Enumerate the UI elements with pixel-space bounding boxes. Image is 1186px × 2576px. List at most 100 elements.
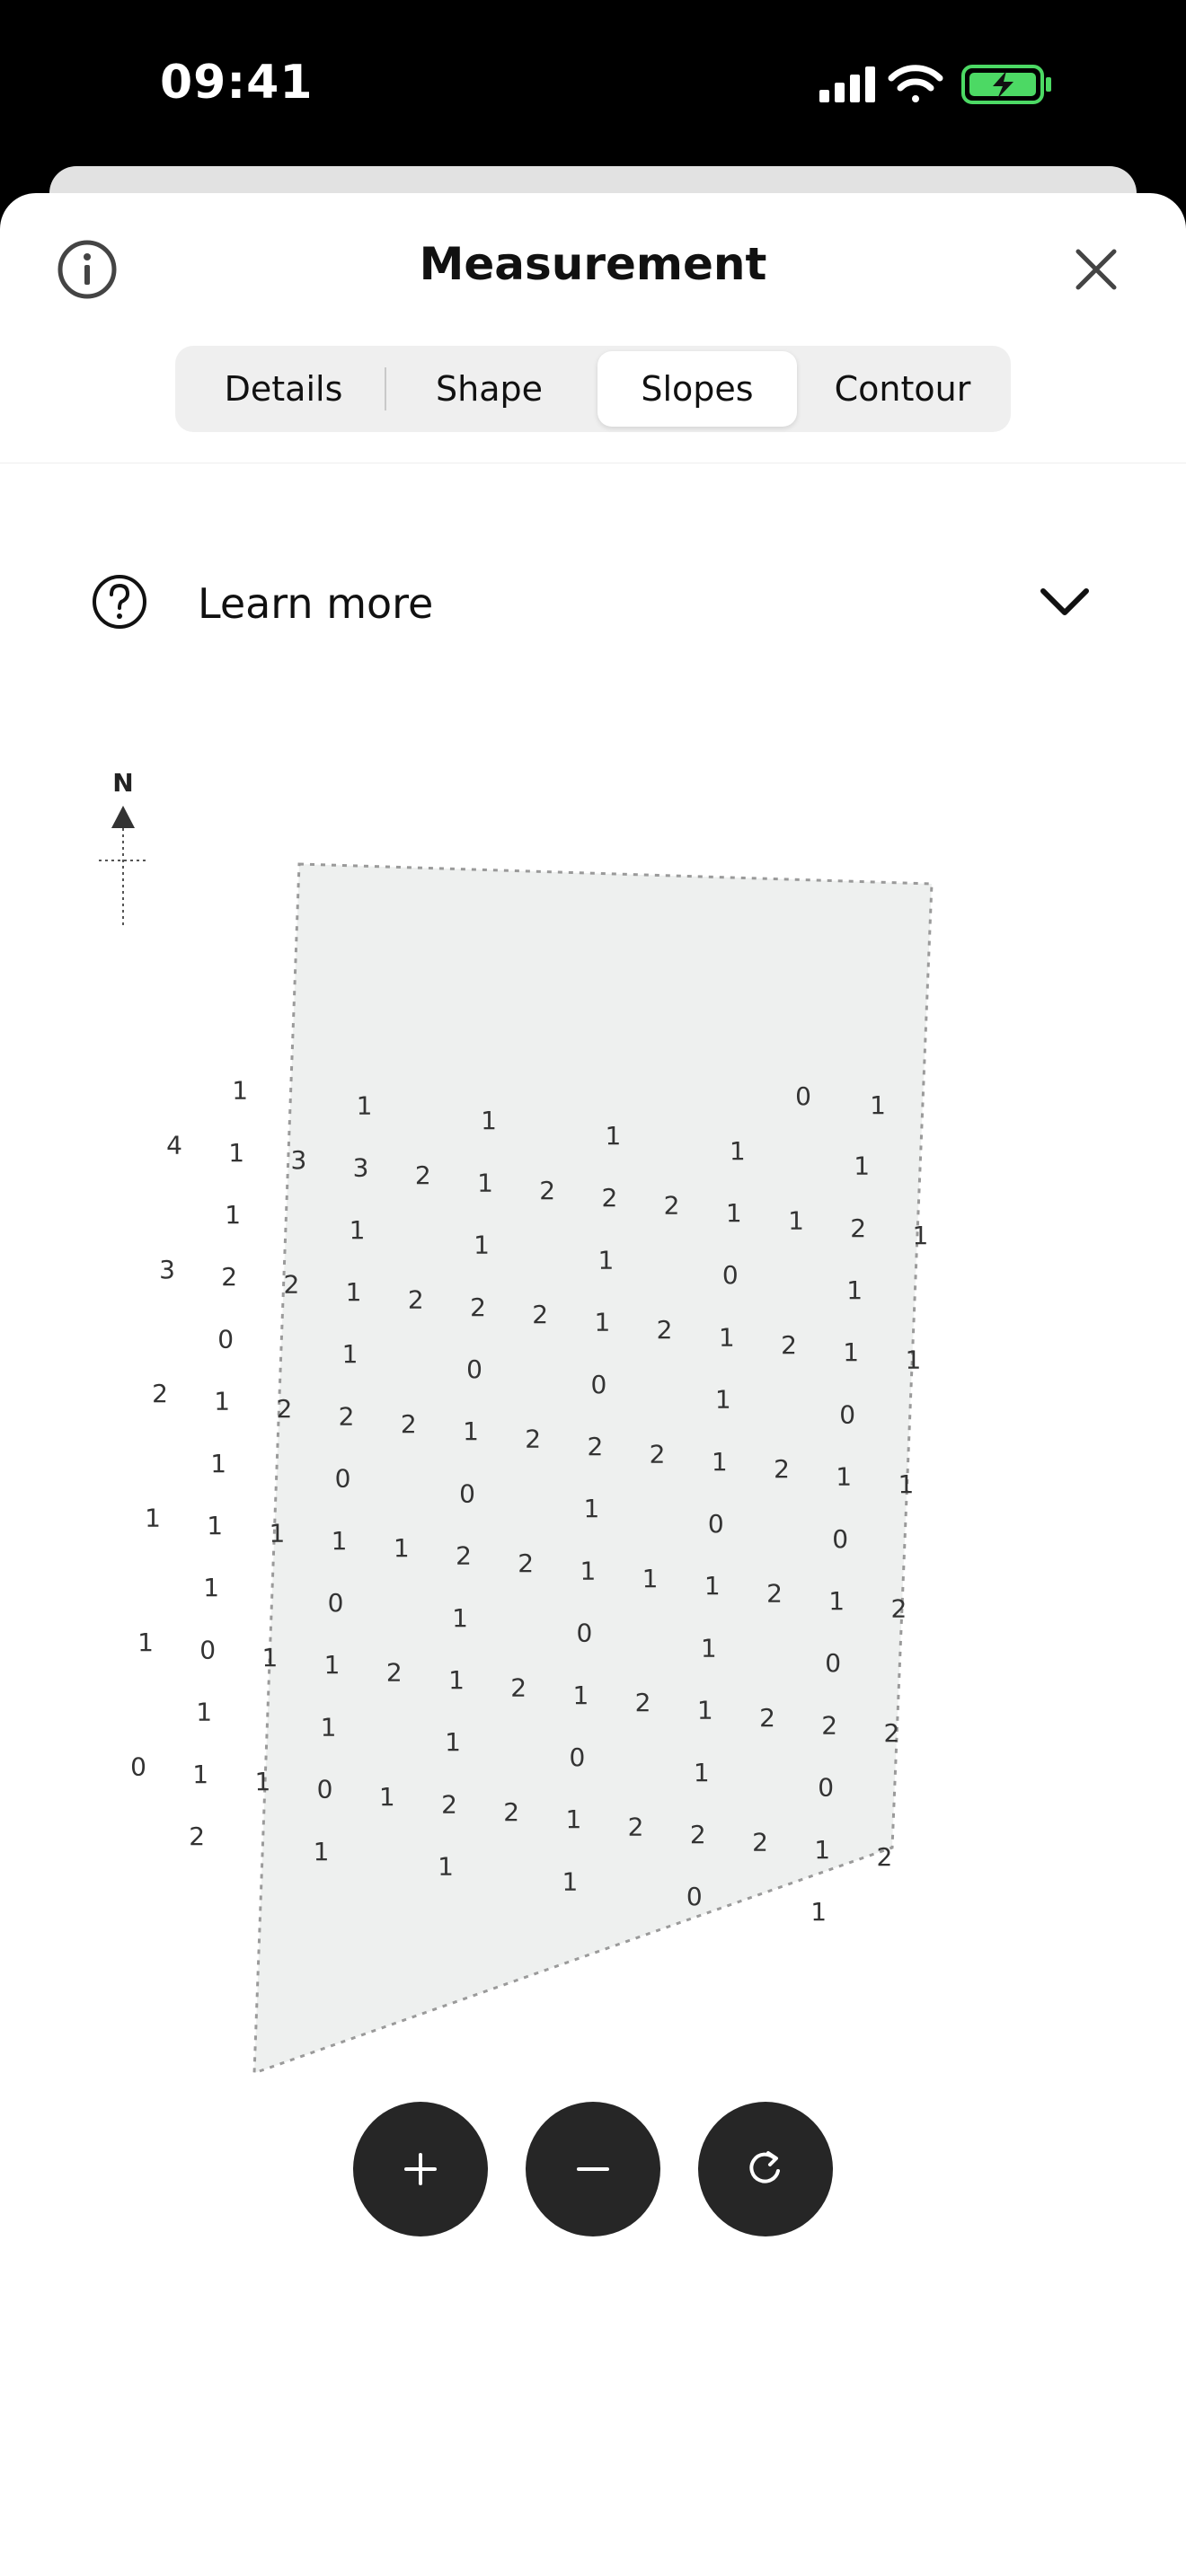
slope-value: 2 [401,1409,417,1439]
reset-view-button[interactable] [698,2102,833,2236]
slope-value: 2 [690,1820,706,1849]
slope-value: 1 [898,1469,914,1499]
slope-value: 2 [752,1827,768,1857]
slope-value: 1 [565,1804,581,1834]
slope-value: 2 [339,1401,355,1431]
slope-value: 0 [576,1619,592,1648]
slope-value: 2 [628,1813,644,1842]
slope-value: 1 [704,1571,721,1601]
slope-value: 2 [890,1593,907,1623]
slope-value: 2 [441,1789,457,1819]
slope-value: 2 [601,1183,617,1213]
slope-value: 0 [199,1635,216,1664]
slope-value: 1 [346,1277,362,1307]
slope-value: 1 [394,1533,410,1563]
slope-value: 1 [572,1681,589,1710]
zoom-out-button[interactable] [526,2102,660,2236]
slope-value: 1 [232,1076,248,1106]
slope-value: 0 [335,1464,351,1494]
slope-value: 2 [766,1579,783,1609]
slope-value: 0 [590,1370,606,1399]
slope-value: 2 [635,1688,651,1717]
slope-value: 1 [597,1245,614,1275]
slope-value: 2 [518,1548,534,1578]
slope-value: 1 [214,1387,230,1416]
slope-value: 0 [328,1588,344,1618]
slope-value: 1 [228,1138,244,1168]
slope-value: 0 [466,1354,482,1384]
zoom-in-icon [404,2153,437,2185]
slope-value: 1 [788,1205,804,1235]
slope-value: 2 [456,1541,472,1571]
slope-value: 1 [324,1650,341,1680]
slope-value: 1 [870,1090,886,1120]
slope-value: 1 [350,1215,366,1245]
slope-value: 1 [854,1151,870,1181]
slope-value: 1 [321,1712,337,1742]
slope-value: 0 [686,1882,703,1911]
slope-value: 2 [774,1454,790,1484]
slope-value: 2 [283,1270,299,1300]
slope-value: 2 [386,1658,403,1688]
slope-value: 2 [503,1797,519,1827]
slope-value: 1 [694,1758,710,1787]
slope-value: 2 [781,1330,797,1360]
slope-value: 2 [883,1718,899,1748]
slope-value: 1 [810,1897,827,1927]
slope-value: 2 [532,1300,548,1329]
slope-value: 1 [836,1462,852,1492]
slope-value: 1 [445,1727,461,1757]
slope-value: 2 [657,1315,673,1345]
slope-value: 2 [276,1394,292,1424]
slope-value: 0 [818,1773,834,1803]
slope-value: 2 [510,1672,527,1702]
slope-value: 2 [152,1379,168,1408]
slope-value: 1 [269,1518,285,1548]
slope-value: 1 [477,1168,493,1197]
slope-value: 1 [314,1837,330,1866]
slope-value: 1 [701,1633,717,1663]
slope-value: 2 [759,1703,775,1733]
slope-value: 1 [562,1866,578,1896]
slope-value: 1 [448,1665,465,1695]
slope-value: 0 [795,1081,811,1111]
slope-value: 1 [726,1198,742,1228]
zoom-out-icon [577,2167,609,2171]
slope-value: 1 [814,1835,830,1865]
slope-value: 1 [912,1221,928,1250]
north-arrow-icon [111,806,135,828]
slope-value: 3 [290,1145,306,1175]
slope-value: 1 [438,1852,454,1882]
slope-value: 1 [342,1339,358,1369]
slope-value: 0 [708,1509,724,1539]
slope-value: 1 [583,1494,599,1523]
slope-value: 1 [828,1586,845,1616]
slope-value: 1 [379,1782,395,1812]
slope-value: 2 [221,1262,237,1292]
slope-value: 2 [408,1284,424,1314]
slope-value: 2 [664,1191,680,1221]
slope-value: 1 [210,1449,226,1478]
slope-value: 0 [130,1751,146,1781]
slope-value: 1 [332,1526,348,1556]
slope-value: 1 [463,1416,479,1446]
slope-value: 2 [850,1213,866,1243]
slope-value: 1 [697,1696,713,1725]
slope-value: 1 [712,1447,728,1477]
slope-value: 1 [225,1200,241,1230]
reset-rotate-icon [749,2151,780,2183]
slope-value: 0 [217,1324,234,1354]
slope-value: 1 [203,1573,219,1602]
zoom-in-button[interactable] [353,2102,488,2236]
slope-value: 1 [145,1504,161,1533]
slope-value: 2 [415,1160,431,1190]
slope-value: 1 [580,1556,596,1585]
slope-value: 1 [261,1643,278,1672]
slope-value: 1 [452,1603,468,1633]
slope-value: 1 [192,1760,208,1789]
slope-value: 2 [470,1292,486,1322]
slope-value: 1 [846,1275,863,1305]
slope-value: 0 [459,1478,475,1508]
slope-value: 3 [353,1153,369,1183]
slope-value: 0 [569,1742,585,1772]
